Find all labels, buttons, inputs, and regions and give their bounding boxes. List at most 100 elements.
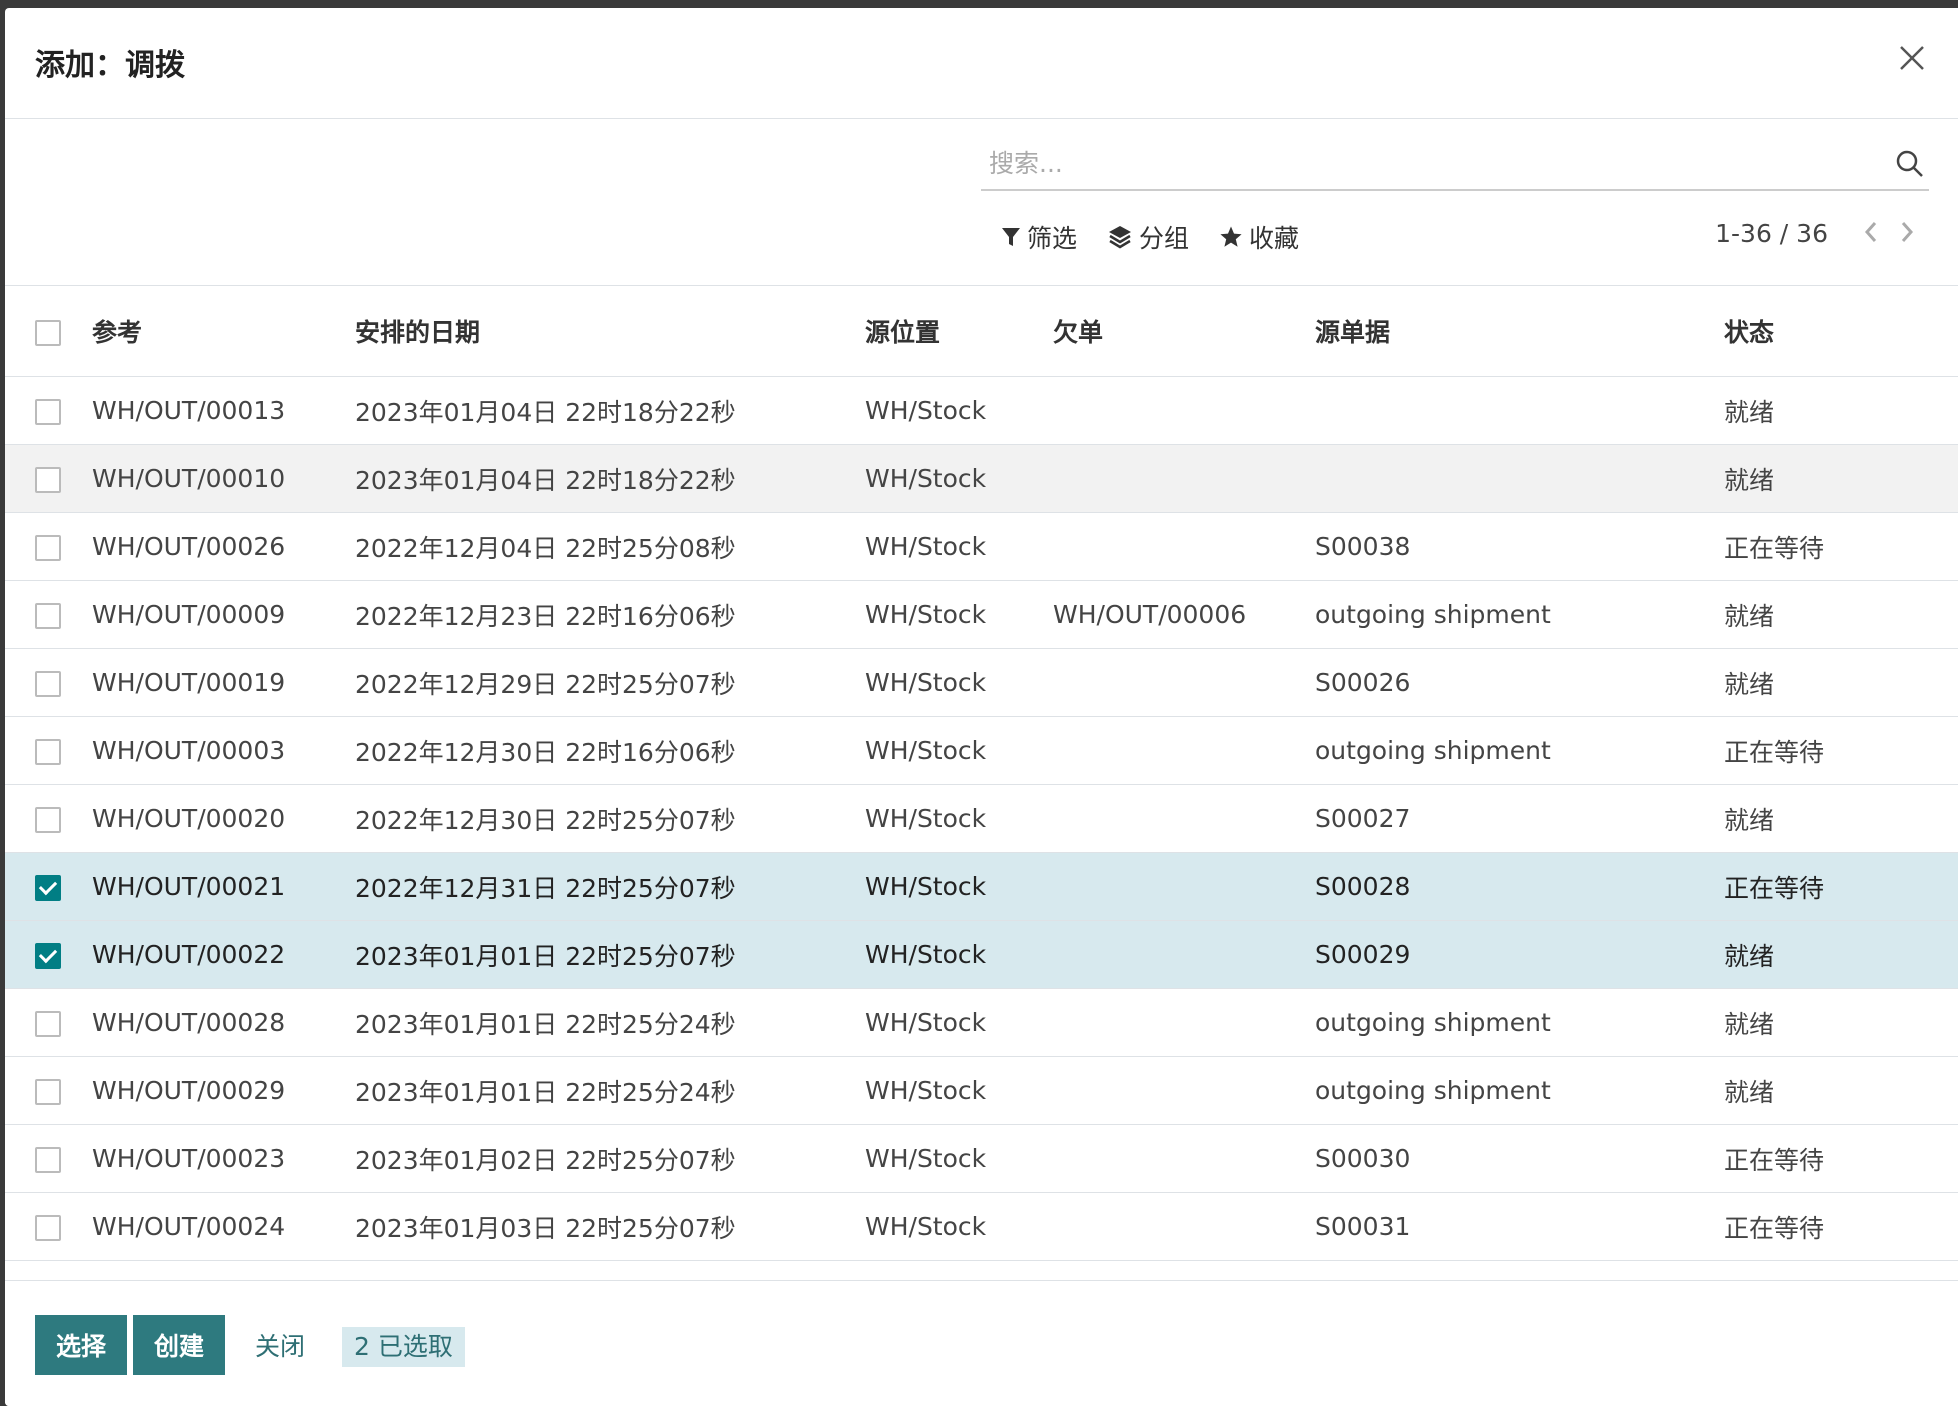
table-row[interactable]: WH/OUT/00003 2022年12月30日 22时16分06秒 WH/Stoc… [5,716,1958,785]
close-dialog-button[interactable]: 关闭 [235,1315,325,1375]
table-row[interactable]: WH/OUT/00009 2022年12月23日 22时16分06秒 WH/Stoc… [5,580,1958,649]
cell-source-location: WH/Stock [865,784,1053,853]
cell-source-location: WH/Stock [865,512,1053,581]
favorites-button[interactable]: 收藏 [1219,219,1299,255]
row-checkbox[interactable] [35,1011,61,1037]
pager-next-button[interactable] [1898,219,1916,248]
cell-status: 就绪 [1724,580,1958,649]
cell-scheduled-date: 2022年12月31日 22时25分07秒 [355,852,865,921]
filter-button[interactable]: 筛选 [1001,219,1077,255]
table-row[interactable]: WH/OUT/00024 2023年01月03日 22时25分07秒 WH/Stoc… [5,1192,1958,1261]
row-checkbox[interactable] [35,739,61,765]
table-row[interactable]: WH/OUT/00029 2023年01月01日 22时25分24秒 WH/Stoc… [5,1056,1958,1125]
column-header-backorder[interactable]: 欠单 [1053,286,1315,377]
cell-checkbox [5,988,92,1057]
row-checkbox[interactable] [35,399,61,425]
column-header-reference[interactable]: 参考 [92,286,355,377]
favorites-label: 收藏 [1249,224,1300,253]
cell-checkbox [5,1124,92,1193]
cell-status: 就绪 [1724,920,1958,989]
column-header-source-location[interactable]: 源位置 [865,286,1053,377]
cell-source-document: outgoing shipment [1315,988,1724,1057]
cell-reference: WH/OUT/00010 [92,444,355,513]
close-button[interactable] [1892,38,1932,78]
column-header-scheduled-date[interactable]: 安排的日期 [355,286,865,377]
table-row[interactable]: WH/OUT/00021 2022年12月31日 22时25分07秒 WH/Stoc… [5,852,1958,921]
select-all-checkbox[interactable] [35,319,61,346]
table-row[interactable]: WH/OUT/00019 2022年12月29日 22时25分07秒 WH/Stoc… [5,648,1958,717]
cell-reference: WH/OUT/00019 [92,648,355,717]
row-checkbox[interactable] [35,807,61,833]
cell-scheduled-date: 2022年12月30日 22时25分07秒 [355,784,865,853]
filter-label: 筛选 [1027,224,1078,253]
table-row[interactable]: WH/OUT/00013 2023年01月04日 22时18分22秒 WH/Stoc… [5,376,1958,445]
cell-checkbox [5,376,92,445]
cell-source-location: WH/Stock [865,852,1053,921]
cell-backorder [1053,1192,1315,1261]
row-checkbox[interactable] [35,943,61,969]
row-checkbox[interactable] [35,671,61,697]
cell-source-location: WH/Stock [865,648,1053,717]
table-row[interactable]: WH/OUT/00023 2023年01月02日 22时25分07秒 WH/Stoc… [5,1124,1958,1193]
cell-status: 正在等待 [1724,1124,1958,1193]
cell-checkbox [5,920,92,989]
cell-source-location: WH/Stock [865,920,1053,989]
group-by-button[interactable]: 分组 [1107,219,1189,255]
select-button[interactable]: 选择 [35,1315,127,1375]
cell-scheduled-date: 2023年01月02日 22时25分07秒 [355,1124,865,1193]
close-icon [1900,46,1924,70]
cell-backorder [1053,1124,1315,1193]
cell-scheduled-date: 2023年01月01日 22时25分24秒 [355,1056,865,1125]
row-checkbox[interactable] [35,1147,61,1173]
table-header-row: 参考 安排的日期 源位置 欠单 源单据 状态 [5,286,1958,377]
cell-status: 正在等待 [1724,852,1958,921]
cell-source-location: WH/Stock [865,580,1053,649]
cell-backorder [1053,988,1315,1057]
cell-checkbox [5,580,92,649]
table-row[interactable]: WH/OUT/00022 2023年01月01日 22时25分07秒 WH/Stoc… [5,920,1958,989]
cell-source-location: WH/Stock [865,1192,1053,1261]
group-by-label: 分组 [1139,224,1190,253]
cell-backorder [1053,920,1315,989]
create-button[interactable]: 创建 [133,1315,225,1375]
row-checkbox[interactable] [35,535,61,561]
cell-scheduled-date: 2023年01月01日 22时25分07秒 [355,920,865,989]
row-checkbox[interactable] [35,467,61,493]
cell-backorder [1053,784,1315,853]
cell-scheduled-date: 2023年01月04日 22时18分22秒 [355,444,865,513]
cell-scheduled-date: 2022年12月30日 22时16分06秒 [355,716,865,785]
cell-reference: WH/OUT/00009 [92,580,355,649]
row-checkbox[interactable] [35,1215,61,1241]
cell-source-document: S00026 [1315,648,1724,717]
cell-source-document: outgoing shipment [1315,1056,1724,1125]
cell-reference: WH/OUT/00021 [92,852,355,921]
search-input[interactable] [981,141,1877,185]
table-row[interactable]: WH/OUT/00020 2022年12月30日 22时25分07秒 WH/Stoc… [5,784,1958,853]
chevron-right-icon [1901,222,1914,242]
cell-status: 就绪 [1724,648,1958,717]
table-row[interactable]: WH/OUT/00028 2023年01月01日 22时25分24秒 WH/Stoc… [5,988,1958,1057]
cell-backorder [1053,512,1315,581]
cell-status: 就绪 [1724,784,1958,853]
search-icon[interactable] [1895,149,1925,179]
cell-reference: WH/OUT/00023 [92,1124,355,1193]
cell-source-location: WH/Stock [865,444,1053,513]
row-checkbox[interactable] [35,1079,61,1105]
pager-value[interactable]: 1-36 / 36 [1715,219,1828,248]
table-row[interactable]: WH/OUT/00026 2022年12月04日 22时25分08秒 WH/Stoc… [5,512,1958,581]
pager-previous-button[interactable] [1862,219,1880,248]
dialog-title: 添加：调拨 [35,48,185,83]
dialog-header: 添加：调拨 [5,8,1958,119]
column-header-source-document[interactable]: 源单据 [1315,286,1724,377]
cell-checkbox [5,852,92,921]
cell-status: 就绪 [1724,1056,1958,1125]
cell-reference: WH/OUT/00020 [92,784,355,853]
row-checkbox[interactable] [35,603,61,629]
cell-source-location: WH/Stock [865,1124,1053,1193]
cell-reference: WH/OUT/00022 [92,920,355,989]
row-checkbox[interactable] [35,875,61,901]
table-row[interactable]: WH/OUT/00010 2023年01月04日 22时18分22秒 WH/Stoc… [5,444,1958,513]
cell-status: 就绪 [1724,988,1958,1057]
column-header-status[interactable]: 状态 [1724,286,1958,377]
cell-backorder [1053,1056,1315,1125]
